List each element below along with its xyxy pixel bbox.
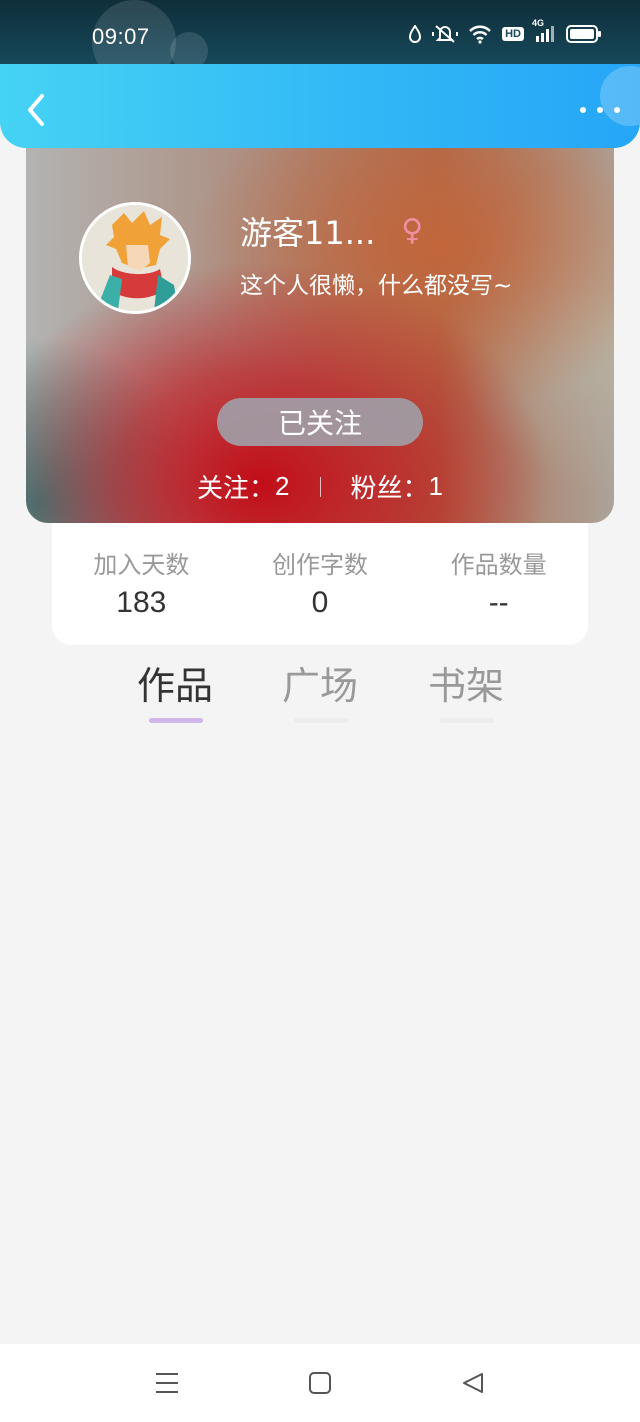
- fans-stat[interactable]: 粉丝： 1: [351, 468, 443, 505]
- following-label: 关注：: [197, 474, 276, 504]
- profile-card: 游客11... ♀ 这个人很懒，什么都没写~ 已关注 关注： 2 粉丝： 1: [26, 128, 614, 523]
- tab-square[interactable]: 广场: [270, 655, 370, 723]
- user-bio: 这个人很懒，什么都没写~: [240, 273, 513, 299]
- tab-bookshelf[interactable]: 书架: [416, 655, 516, 723]
- fans-count: 1: [428, 471, 443, 501]
- info-value: 183: [116, 586, 167, 619]
- stat-divider: [319, 476, 321, 497]
- signal-icon: 4G: [532, 18, 556, 44]
- decorative-bubble: [170, 32, 208, 64]
- tab-label: 作品: [136, 664, 213, 708]
- mute-icon: [432, 24, 459, 44]
- tab-indicator: [149, 718, 203, 723]
- follow-stats: 关注： 2 粉丝： 1: [26, 468, 614, 505]
- info-label: 加入天数: [93, 551, 190, 579]
- status-bar: 09:07 HD 4G: [0, 0, 640, 64]
- following-count: 2: [275, 471, 290, 501]
- battery-icon: [566, 24, 602, 44]
- chevron-left-icon: [28, 94, 44, 126]
- following-stat[interactable]: 关注： 2: [197, 468, 289, 505]
- info-value: 0: [311, 586, 329, 619]
- username: 游客11...: [240, 214, 376, 252]
- system-nav-bar: [0, 1344, 640, 1422]
- hd-badge: HD: [502, 27, 524, 41]
- info-word-count: 创作字数 0: [231, 523, 410, 645]
- status-icons: HD 4G: [408, 18, 602, 44]
- back-button[interactable]: [16, 90, 56, 130]
- back-triangle-icon: [463, 1373, 483, 1393]
- info-label: 作品数量: [450, 551, 547, 579]
- content-tabs: 作品 广场 书架: [0, 655, 640, 735]
- info-value: --: [488, 586, 509, 619]
- user-info-card: 加入天数 183 创作字数 0 作品数量 --: [52, 523, 588, 645]
- status-time: 09:07: [92, 24, 150, 49]
- tab-works[interactable]: 作品: [125, 655, 225, 723]
- info-join-days: 加入天数 183: [52, 523, 231, 645]
- back-nav-button[interactable]: [453, 1368, 493, 1398]
- home-square-icon: [309, 1372, 331, 1394]
- tab-label: 广场: [281, 664, 358, 708]
- avatar[interactable]: [79, 202, 191, 314]
- female-gender-icon: ♀: [401, 213, 424, 248]
- more-dots-icon: [580, 107, 586, 113]
- network-label: 4G: [532, 18, 545, 28]
- fans-label: 粉丝：: [350, 474, 429, 504]
- info-works-count: 作品数量 --: [409, 523, 588, 645]
- info-label: 创作字数: [272, 551, 368, 579]
- following-button[interactable]: 已关注: [217, 398, 423, 446]
- water-drop-icon: [408, 25, 422, 43]
- menu-button[interactable]: [147, 1368, 187, 1398]
- username-row: 游客11... ♀: [240, 208, 423, 254]
- tab-label: 书架: [427, 664, 504, 708]
- home-button[interactable]: [300, 1368, 340, 1398]
- tab-indicator: [294, 718, 348, 723]
- tab-indicator: [440, 718, 494, 723]
- wifi-icon: [468, 24, 492, 44]
- more-button[interactable]: [580, 100, 620, 120]
- top-header: [0, 64, 640, 148]
- menu-icon: [156, 1373, 178, 1393]
